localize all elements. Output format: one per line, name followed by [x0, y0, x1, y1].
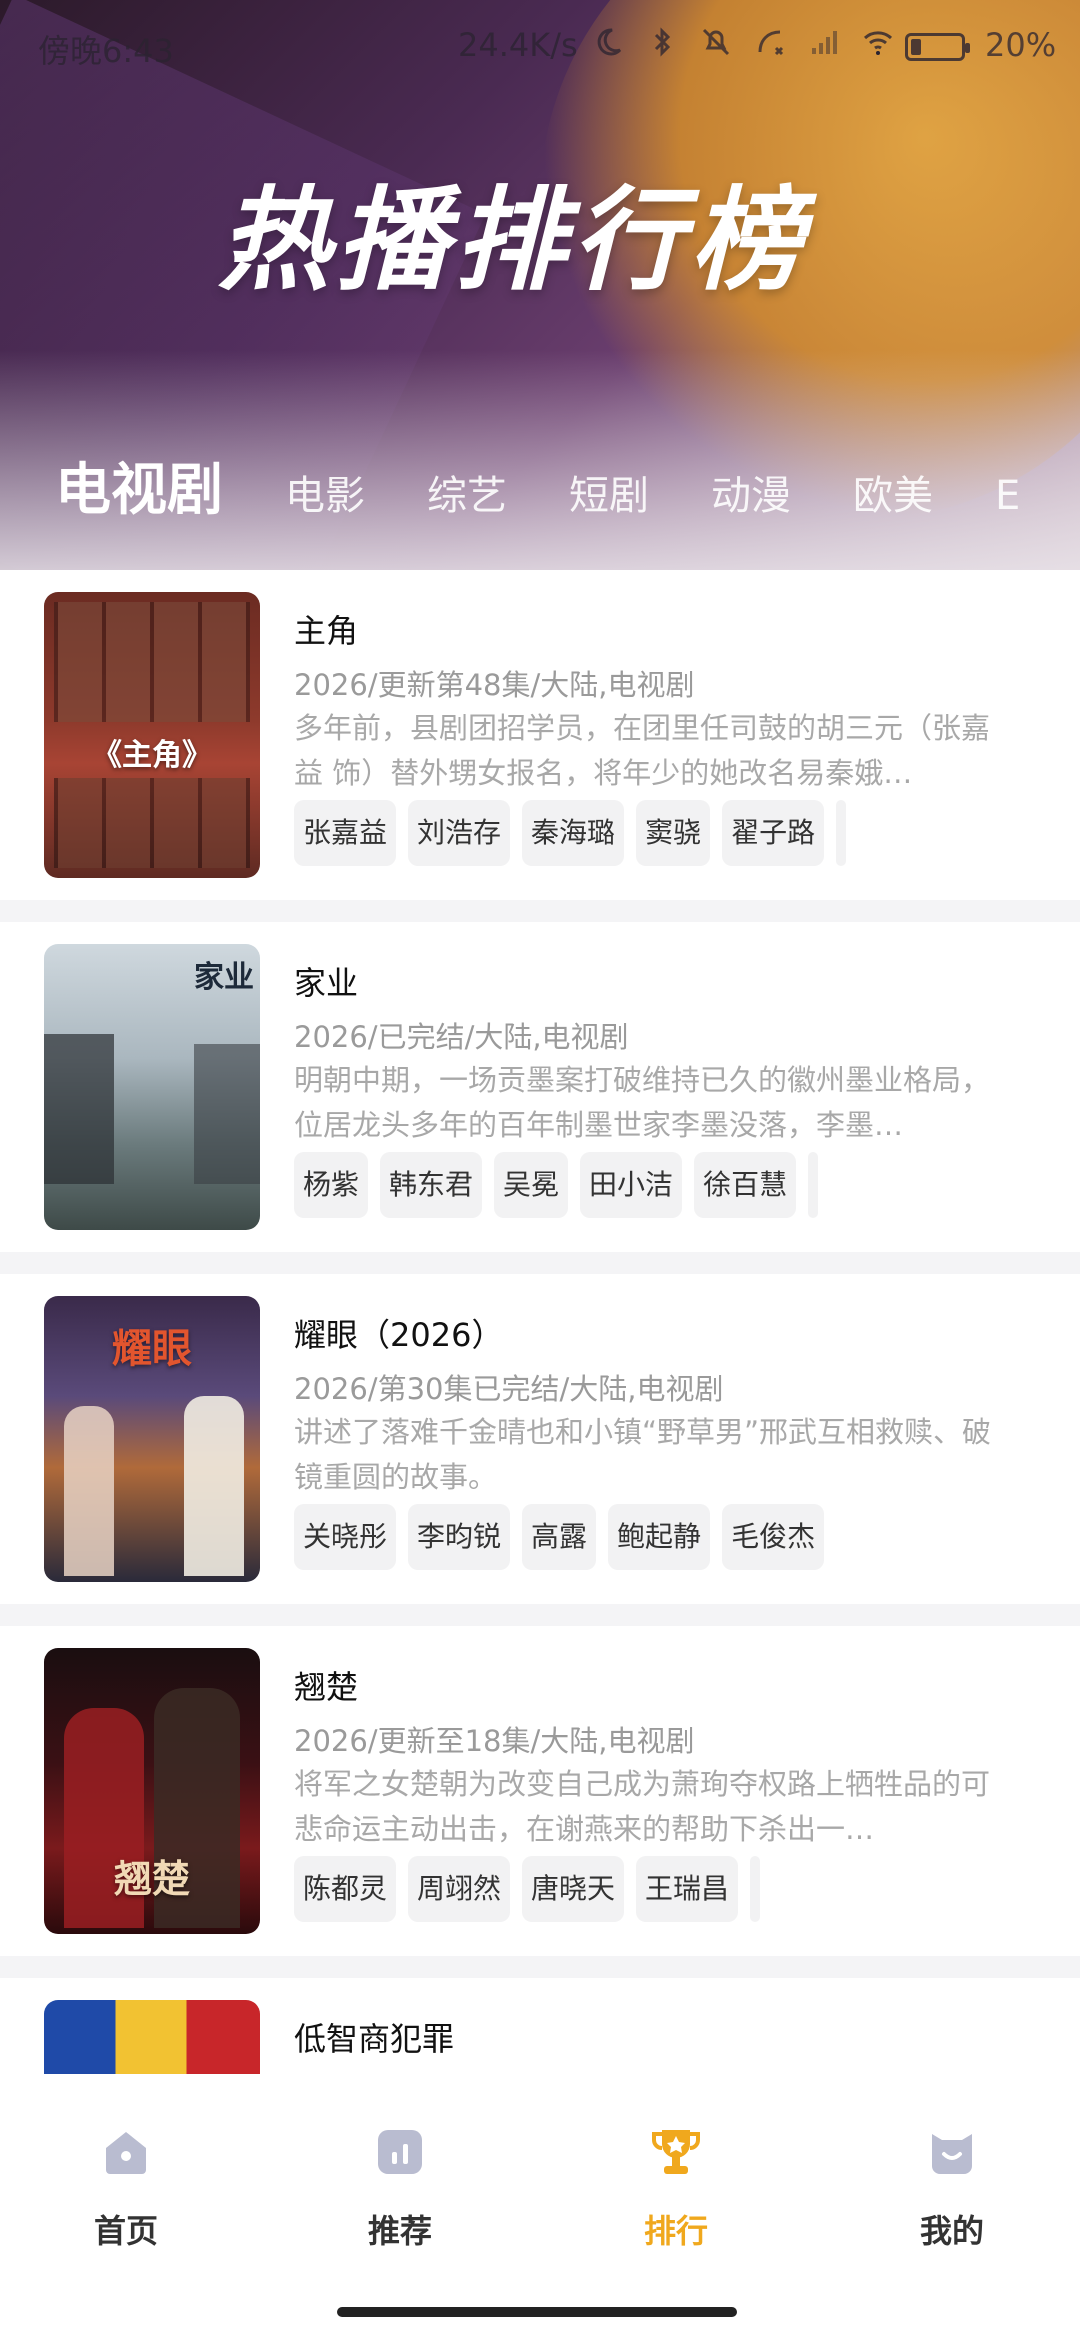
- bluetooth-icon: [654, 27, 671, 57]
- tab-tv[interactable]: 电视剧: [55, 445, 223, 526]
- nav-label: 我的: [919, 2212, 984, 2250]
- tag-overflow: [750, 1856, 761, 1922]
- item-description: 多年前，县剧团招学员，在团里任司鼓的胡三元（张嘉益 饰）替外甥女报名，将年少的她…: [294, 711, 991, 790]
- list-item[interactable]: 《主角》 主角 2026/更新第48集/大陆,电视剧 多年前，县剧团招学员，在团…: [0, 570, 1080, 900]
- cast-tag[interactable]: 秦海璐: [522, 800, 625, 866]
- page-title: 热播排行榜: [218, 176, 808, 306]
- cast-tag[interactable]: 张嘉益: [294, 800, 397, 866]
- data-off-icon: [758, 30, 784, 56]
- tab-variety[interactable]: 综艺: [427, 463, 507, 521]
- cast-tags: 张嘉益 刘浩存 秦海璐 窦骁 翟子路: [294, 800, 847, 866]
- status-bar: 傍晚6:43 24.4K/s 20%: [0, 0, 1080, 90]
- nav-profile[interactable]: 我的: [862, 2124, 1042, 2252]
- tab-anime[interactable]: 动漫: [711, 463, 791, 521]
- tab-more[interactable]: E: [995, 473, 1020, 519]
- cast-tag[interactable]: 吴冕: [494, 1152, 569, 1218]
- item-title: 低智商犯罪: [294, 2020, 455, 2058]
- item-title: 耀眼（2026）: [294, 1316, 504, 1354]
- category-tabs: 电视剧 电影 综艺 短剧 动漫 欧美 E: [55, 445, 1020, 526]
- nav-label: 首页: [93, 2212, 158, 2250]
- cast-tag[interactable]: 鲍起静: [608, 1504, 711, 1570]
- item-description: 将军之女楚朝为改变自己成为萧珣夺权路上牺牲品的可悲命运主动出击，在谢燕来的帮助下…: [294, 1767, 991, 1846]
- cast-tag[interactable]: 李昀锐: [408, 1504, 511, 1570]
- mute-bell-icon: [702, 28, 730, 56]
- profile-icon: [932, 2134, 972, 2174]
- poster-title: 翘楚: [113, 1857, 190, 1901]
- ranking-header: 傍晚6:43 24.4K/s 20% 热播排行榜 电视剧 电影 综艺 短剧 动漫…: [0, 0, 1080, 570]
- status-icons: [592, 26, 894, 58]
- item-title: 主角: [294, 612, 359, 650]
- moon-icon: [597, 28, 622, 56]
- item-title: 家业: [294, 964, 359, 1002]
- tag-overflow: [836, 800, 847, 866]
- nav-home[interactable]: 首页: [36, 2124, 216, 2252]
- signal-icon: [812, 31, 837, 54]
- cast-tag[interactable]: 翟子路: [722, 800, 825, 866]
- cast-tag[interactable]: 周翊然: [408, 1856, 511, 1922]
- home-indicator[interactable]: [337, 2307, 737, 2317]
- poster-image[interactable]: 耀眼: [44, 1296, 260, 1582]
- network-speed: 24.4K/s: [458, 26, 578, 64]
- poster-image[interactable]: 翘楚: [44, 1648, 260, 1934]
- cast-tags: 关晓彤 李昀锐 高露 鲍起静 毛俊杰: [294, 1504, 825, 1570]
- item-description: 明朝中期，一场贡墨案打破维持已久的徽州墨业格局，位居龙头多年的百年制墨世家李墨没…: [294, 1063, 991, 1142]
- tab-movie[interactable]: 电影: [285, 463, 365, 521]
- cast-tag[interactable]: 徐百慧: [694, 1152, 797, 1218]
- cast-tags: 杨紫 韩东君 吴冕 田小洁 徐百慧: [294, 1152, 819, 1218]
- list-item[interactable]: 翘楚 翘楚 2026/更新至18集/大陆,电视剧 将军之女楚朝为改变自己成为萧珣…: [0, 1626, 1080, 1956]
- nav-label: 推荐: [367, 2212, 432, 2250]
- poster-title: 《主角》: [92, 738, 212, 773]
- cast-tag[interactable]: 毛俊杰: [722, 1504, 825, 1570]
- cast-tag[interactable]: 窦骁: [636, 800, 711, 866]
- item-meta: 2026/第30集已完结/大陆,电视剧: [294, 1372, 724, 1406]
- poster-image[interactable]: 家业: [44, 944, 260, 1230]
- cast-tags: 陈都灵 周翊然 唐晓天 王瑞昌: [294, 1856, 761, 1922]
- item-title: 翘楚: [294, 1668, 359, 1706]
- cast-tag[interactable]: 高露: [522, 1504, 597, 1570]
- nav-recommend[interactable]: 推荐: [310, 2124, 490, 2252]
- cast-tag[interactable]: 韩东君: [380, 1152, 483, 1218]
- list-item[interactable]: 低智商犯罪: [0, 1978, 1080, 2074]
- cast-tag[interactable]: 唐晓天: [522, 1856, 625, 1922]
- item-meta: 2026/更新第48集/大陆,电视剧: [294, 668, 695, 702]
- status-time: 傍晚6:43: [38, 32, 174, 70]
- tag-overflow: [808, 1152, 819, 1218]
- cast-tag[interactable]: 王瑞昌: [636, 1856, 739, 1922]
- trophy-icon: [652, 2130, 700, 2174]
- list-item[interactable]: 耀眼 耀眼（2026） 2026/第30集已完结/大陆,电视剧 讲述了落难千金晴…: [0, 1274, 1080, 1604]
- cast-tag[interactable]: 田小洁: [580, 1152, 683, 1218]
- bottom-navigation: 首页 推荐 排行 我的: [0, 2074, 1080, 2340]
- poster-image[interactable]: 《主角》: [44, 592, 260, 878]
- wifi-icon: [863, 31, 893, 55]
- cast-tag[interactable]: 关晓彤: [294, 1504, 397, 1570]
- chart-icon: [378, 2130, 422, 2174]
- cast-tag[interactable]: 陈都灵: [294, 1856, 397, 1922]
- nav-ranking[interactable]: 排行: [586, 2124, 766, 2252]
- list-item[interactable]: 家业 家业 2026/已完结/大陆,电视剧 明朝中期，一场贡墨案打破维持已久的徽…: [0, 922, 1080, 1252]
- item-meta: 2026/已完结/大陆,电视剧: [294, 1020, 629, 1054]
- poster-image[interactable]: [44, 2000, 260, 2074]
- poster-title: 家业: [194, 960, 254, 995]
- cast-tag[interactable]: 杨紫: [294, 1152, 369, 1218]
- tab-western[interactable]: 欧美: [853, 463, 933, 521]
- battery-icon: [905, 33, 970, 61]
- tab-short-drama[interactable]: 短剧: [569, 463, 649, 521]
- item-meta: 2026/更新至18集/大陆,电视剧: [294, 1724, 695, 1758]
- battery-level: 20%: [985, 26, 1057, 64]
- home-icon: [106, 2132, 146, 2174]
- poster-title: 耀眼: [112, 1326, 192, 1372]
- item-description: 讲述了落难千金晴也和小镇“野草男”邢武互相救赎、破镜重圆的故事。: [294, 1415, 992, 1494]
- cast-tag[interactable]: 刘浩存: [408, 800, 511, 866]
- ranking-list: 《主角》 主角 2026/更新第48集/大陆,电视剧 多年前，县剧团招学员，在团…: [0, 570, 1080, 2074]
- nav-label: 排行: [643, 2212, 708, 2250]
